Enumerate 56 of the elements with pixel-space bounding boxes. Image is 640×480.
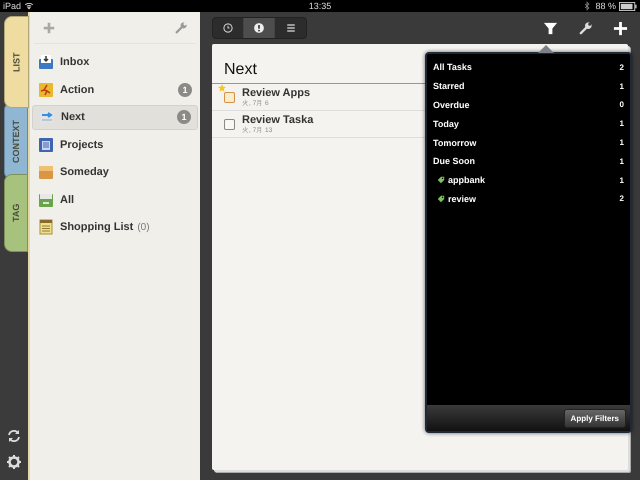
battery-percent: 88 % — [595, 1, 616, 11]
sync-icon[interactable] — [6, 428, 22, 444]
filter-count: 1 — [620, 119, 624, 128]
sidebar-item[interactable]: Inbox — [32, 50, 198, 74]
sidebar-item[interactable]: Next 1 — [32, 105, 198, 130]
segmented-control[interactable] — [212, 17, 307, 39]
list-icon — [284, 22, 296, 34]
sidebar-item[interactable]: Action 1 — [32, 78, 198, 102]
sidebar-item[interactable]: Someday — [32, 160, 198, 184]
settings-icon[interactable] — [6, 454, 22, 470]
filter-count: 1 — [620, 176, 624, 185]
task-title: Review Apps — [242, 86, 310, 98]
clock-time: 13:35 — [308, 1, 332, 11]
sidebar-tab[interactable]: LIST — [4, 16, 29, 108]
task-checkbox[interactable] — [224, 92, 235, 102]
filter-option[interactable]: review — [448, 194, 476, 204]
filter-count: 2 — [620, 194, 624, 204]
apply-filters-button[interactable]: Apply Filters — [564, 408, 626, 428]
alert-icon — [253, 22, 265, 34]
task-checkbox[interactable] — [224, 118, 235, 130]
task-title: Review Taska — [242, 114, 314, 126]
filter-count: 1 — [620, 138, 624, 148]
count-badge: 1 — [178, 82, 192, 97]
clock-icon — [222, 22, 234, 34]
inbox-tray-icon — [38, 54, 54, 70]
filter-option[interactable]: appbank — [448, 175, 486, 186]
tag-icon — [437, 176, 445, 184]
filter-option[interactable]: Due Soon — [433, 156, 475, 166]
filter-count: 1 — [620, 82, 624, 91]
notepad-icon — [38, 219, 54, 236]
battery-icon — [619, 2, 637, 10]
filter-option[interactable]: All Tasks — [433, 62, 472, 72]
drawer-icon — [38, 192, 54, 208]
document-icon — [38, 136, 54, 153]
wrench-icon[interactable] — [578, 20, 593, 36]
sidebar-item[interactable]: All — [32, 188, 198, 212]
filter-option[interactable]: Tomorrow — [433, 138, 476, 148]
sidebar-item[interactable]: Projects — [32, 132, 198, 157]
star-icon — [218, 84, 226, 92]
filter-option[interactable]: Starred — [433, 81, 465, 92]
tag-icon — [437, 194, 445, 203]
segment-tab[interactable] — [244, 18, 275, 38]
sidebar-item[interactable]: Shopping List (0) — [32, 215, 198, 240]
count-badge: 1 — [177, 110, 191, 124]
bluetooth-icon — [582, 1, 592, 11]
box-icon — [38, 164, 54, 180]
device-name: iPad — [3, 1, 22, 11]
filter-option[interactable]: Today — [433, 118, 459, 129]
filter-count: 1 — [620, 156, 624, 166]
filter-option[interactable]: Overdue — [433, 100, 470, 110]
filter-count: 0 — [620, 100, 624, 110]
item-count: (0) — [137, 222, 150, 233]
filter-icon[interactable] — [543, 20, 558, 36]
wifi-icon — [24, 1, 34, 11]
filter-count: 2 — [620, 62, 624, 72]
sidebar-tab[interactable]: TAG — [4, 174, 28, 252]
